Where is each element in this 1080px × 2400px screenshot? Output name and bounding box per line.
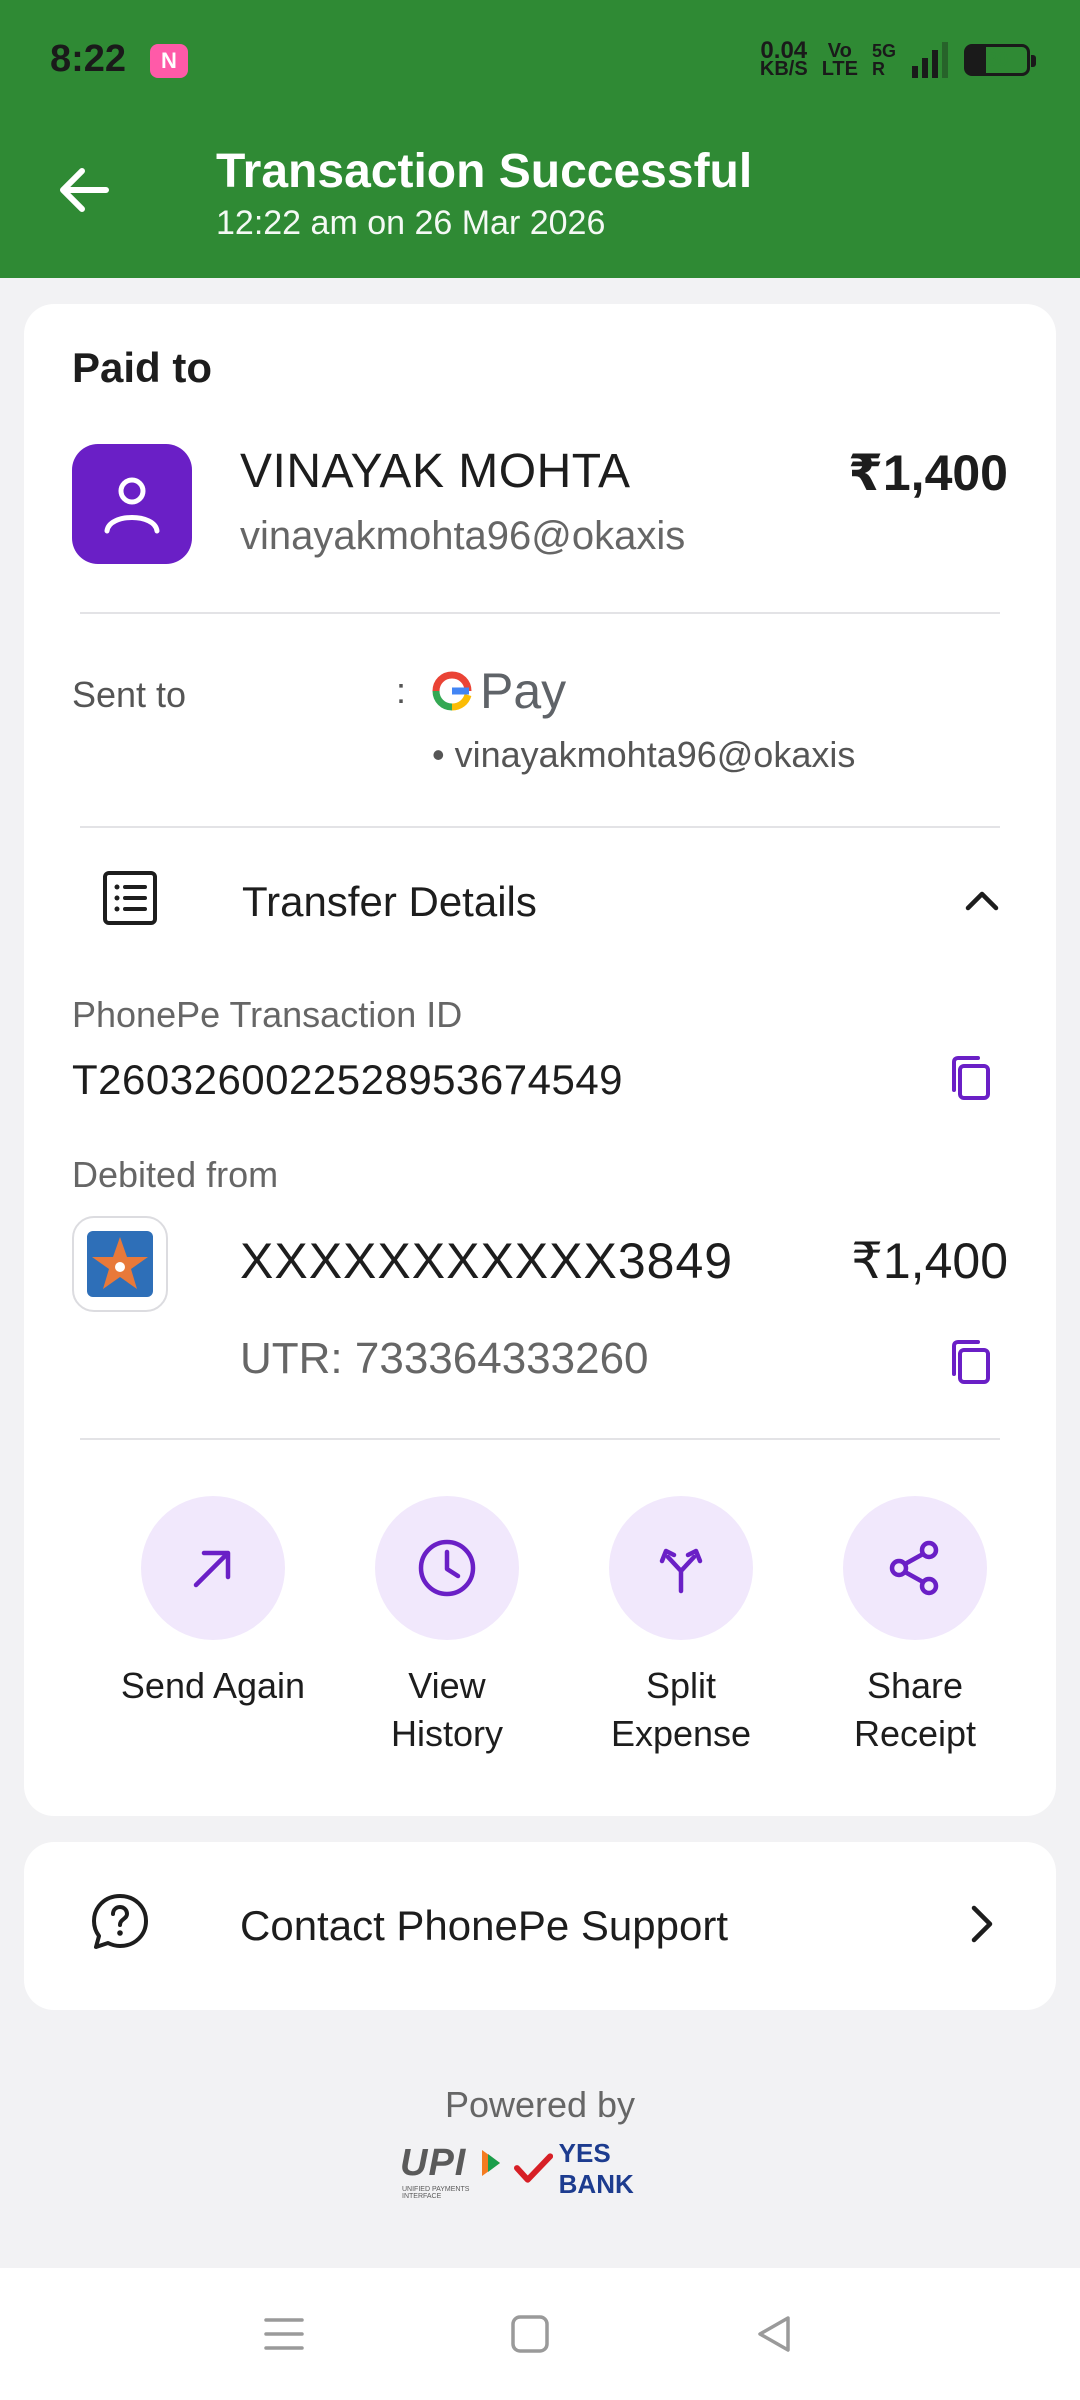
yes-bank-check-icon [513,2153,553,2183]
sent-to-label: Sent to [72,674,187,715]
volte-indicator: Vo LTE [821,40,858,80]
page-title: Transaction Successful [216,145,753,198]
view-history-icon-bg [375,1496,519,1640]
status-time: 8:22 [50,38,127,80]
debit-account-number: XXXXXXXXXXX3849 [240,1233,734,1289]
app-header: 8:22 N 0.04 KB/S Vo LTE 5G R 30 Transact… [0,0,1080,278]
contact-support-label: Contact PhonePe Support [240,1902,729,1949]
transaction-id: T2603260022528953674549 [72,1056,624,1103]
utr-number: UTR: 733364333260 [240,1334,649,1383]
payee-name: VINAYAK MOHTA [240,445,631,498]
transaction-timestamp: 12:22 am on 26 Mar 2026 [216,204,606,242]
powered-by-label: Powered by [444,2084,636,2125]
divider [80,1438,1000,1440]
notification-app-icon: N [150,44,188,78]
paid-amount: ₹1,400 [848,445,1008,501]
payee-upi-id: vinayakmohta96@okaxis [240,514,686,558]
battery-icon: 30 [964,44,1036,76]
bank-logo [72,1216,168,1312]
send-again-label: Send Again [120,1665,306,1706]
debited-from-label: Debited from [72,1154,279,1195]
arrow-up-right-icon [193,1550,231,1588]
share-receipt-button[interactable]: Share Receipt [805,1496,1025,1758]
quick-actions: Send Again View History Split Expense Sh… [24,1496,1056,1776]
person-icon [104,477,160,534]
split-expense-label: Split Expense [610,1665,752,1754]
transaction-card: Paid to VINAYAK MOHTA vinayakmohta96@oka… [24,304,1056,1816]
transaction-id-label: PhonePe Transaction ID [72,994,463,1035]
transfer-details-header[interactable]: Transfer Details [72,864,1020,934]
copy-icon[interactable] [948,1054,992,1102]
chevron-right-icon [971,1905,993,1943]
paid-to-label: Paid to [72,344,213,391]
back-triangle-icon[interactable] [752,2312,796,2356]
clock-icon [418,1539,476,1597]
partner-logos: UPI UNIFIED PAYMENTS INTERFACE YES BANK [400,2138,690,2200]
send-again-button[interactable]: Send Again [103,1496,323,1710]
home-icon[interactable] [508,2312,552,2356]
status-indicators: 0.04 KB/S Vo LTE 5G R 30 [759,36,1036,84]
back-arrow-icon[interactable] [52,158,116,222]
sent-to-upi-id: • vinayakmohta96@okaxis [432,734,856,775]
copy-icon[interactable] [948,1338,992,1386]
transfer-details-title: Transfer Details [242,878,537,925]
status-bar: 8:22 N 0.04 KB/S Vo LTE 5G R 30 [0,0,1080,120]
share-receipt-icon-bg [843,1496,987,1640]
chevron-up-icon[interactable] [962,880,1002,920]
split-expense-button[interactable]: Split Expense [571,1496,791,1758]
share-icon [889,1540,939,1596]
debited-amount: ₹1,400 [851,1233,1008,1289]
menu-icon[interactable] [262,2312,306,2356]
sent-to-colon: : [396,670,407,711]
divider [80,612,1000,614]
view-history-label: View History [390,1665,503,1754]
split-icon [659,1548,703,1594]
system-navigation-bar [0,2268,1080,2400]
split-expense-icon-bg [609,1496,753,1640]
receipt-list-icon [103,871,157,925]
network-speed: 0.04 KB/S [759,37,808,80]
google-g-icon [432,671,472,711]
help-chat-icon [92,1894,148,1949]
divider [80,826,1000,828]
send-again-icon-bg [141,1496,285,1640]
view-history-button[interactable]: View History [337,1496,557,1758]
signal-bars-icon [912,42,948,78]
upi-arrow-icon [482,2150,500,2176]
signal-indicator: 5G R [871,41,896,79]
share-receipt-label: Share Receipt [853,1665,977,1754]
upi-logo: UPI UNIFIED PAYMENTS INTERFACE [400,2142,508,2200]
payee-avatar [72,444,192,564]
contact-support-row[interactable]: Contact PhonePe Support [24,1842,1056,2010]
gpay-logo: Pay [430,662,566,720]
yes-bank-logo-text: YES BANK [558,2138,634,2199]
bank-star-icon [87,1231,153,1297]
gpay-text: Pay [480,663,567,719]
